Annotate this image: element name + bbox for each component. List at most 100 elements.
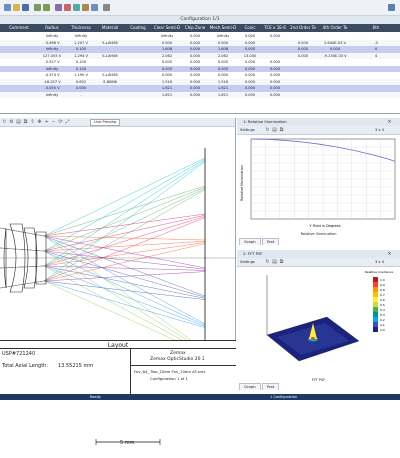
table-row[interactable]: Infinity -1.621 0.000 1.621 0.000 0.000 bbox=[0, 91, 400, 99]
print-icon[interactable]: ▤ bbox=[272, 259, 277, 265]
legend-label: 0.6 bbox=[380, 298, 385, 302]
status-bar: Ready 1 Configuration bbox=[0, 394, 400, 400]
fit-icon[interactable]: ⤢ bbox=[65, 119, 70, 125]
column-header[interactable]: Thickness bbox=[66, 24, 96, 32]
table-cell[interactable]: 0.000 bbox=[182, 92, 208, 99]
legend-label: 1.0 bbox=[380, 278, 385, 282]
table-cell[interactable]: 0.000 bbox=[262, 92, 288, 99]
layout-tool-icon[interactable] bbox=[64, 4, 71, 11]
table-cell[interactable] bbox=[288, 92, 318, 99]
column-header[interactable]: Clear Semi-D bbox=[152, 24, 182, 32]
column-header[interactable]: Comment bbox=[0, 24, 38, 32]
column-header[interactable]: 4th Order Te bbox=[318, 24, 352, 32]
column-header[interactable]: 6th bbox=[352, 24, 400, 32]
tolerance-tool-icon[interactable] bbox=[91, 4, 98, 11]
tab-graph[interactable]: Graph bbox=[239, 383, 261, 390]
open-file-icon[interactable] bbox=[13, 4, 20, 11]
table-cell[interactable]: Infinity bbox=[38, 92, 66, 99]
close-icon[interactable]: × bbox=[387, 119, 392, 125]
layout-toolbar: ↻ ⚙ ▤ ⧉ ⇪ ✥ + − ⟳ ⤢ Live Preview bbox=[0, 118, 235, 127]
psf-toolbar: Settings ↻ ▤ ⧉ 3 x 4 bbox=[237, 258, 400, 267]
close-icon[interactable]: × bbox=[387, 251, 392, 257]
table-cell[interactable]: - bbox=[66, 92, 96, 99]
tab-text[interactable]: Text bbox=[261, 238, 280, 245]
pan-icon[interactable]: ✥ bbox=[37, 119, 42, 125]
column-header[interactable]: Radius bbox=[38, 24, 66, 32]
table-cell[interactable]: 1.621 bbox=[208, 92, 238, 99]
legend-swatch bbox=[373, 277, 378, 282]
column-header[interactable]: Conic bbox=[238, 24, 262, 32]
table-cell[interactable] bbox=[0, 92, 38, 99]
legend-swatch bbox=[373, 302, 378, 307]
fft-psf-panel: 2: FFT PSF × Settings ↻ ▤ ⧉ 3 x 4 1.0 0.9… bbox=[237, 250, 400, 390]
rel-title: 1: Relative Illumination bbox=[243, 119, 287, 124]
table-cell[interactable] bbox=[124, 92, 152, 99]
new-file-icon[interactable] bbox=[4, 4, 11, 11]
psf-settings-button[interactable]: Settings bbox=[240, 260, 255, 264]
column-header[interactable]: TCE x 1E-6 bbox=[262, 24, 288, 32]
editor-header-row: Comment Radius Thickness Material Coating Cle… bbox=[0, 24, 400, 32]
rel-settings-button[interactable]: Settings bbox=[240, 128, 255, 132]
lens-data-editor: Configuration 1/1 Comment Radius Thickness… bbox=[0, 16, 400, 114]
product-label: Zemax OpticStudio 20.1 bbox=[150, 357, 205, 362]
export-icon[interactable]: ⇪ bbox=[30, 119, 35, 125]
column-header[interactable]: Mech Semi-D bbox=[208, 24, 238, 32]
zoom-in-icon[interactable]: + bbox=[44, 119, 49, 125]
psf-footer: FFT PSF bbox=[311, 378, 326, 382]
settings-icon[interactable] bbox=[103, 4, 110, 11]
help-icon[interactable] bbox=[388, 4, 395, 11]
lens-group bbox=[0, 223, 236, 293]
table-cell[interactable]: 1.621 bbox=[152, 92, 182, 99]
rotate-icon[interactable]: ⟳ bbox=[58, 119, 63, 125]
table-cell[interactable] bbox=[352, 92, 400, 99]
config-label: Configuration 1 of 1 bbox=[150, 376, 188, 381]
column-header[interactable]: Chip Zone bbox=[182, 24, 208, 32]
redo-icon[interactable] bbox=[43, 4, 50, 11]
title-divider bbox=[130, 349, 131, 394]
axial-length-value: 13.55215 mm bbox=[58, 363, 94, 369]
ray-line-incident bbox=[0, 247, 45, 252]
copy-icon[interactable]: ⧉ bbox=[23, 119, 28, 125]
column-header[interactable]: Material bbox=[96, 24, 124, 32]
ray-line bbox=[43, 235, 206, 351]
legend-label: 0.7 bbox=[380, 293, 385, 297]
axial-length-label: Total Axial Length: bbox=[2, 363, 49, 369]
rel-xlabel: Y Field in Degrees bbox=[309, 224, 340, 228]
legend-swatch bbox=[373, 317, 378, 322]
table-cell[interactable] bbox=[96, 92, 124, 99]
print-icon[interactable]: ▤ bbox=[272, 127, 277, 133]
layout-caption: Layout bbox=[0, 340, 236, 349]
tab-text[interactable]: Text bbox=[261, 383, 280, 390]
zoom-out-icon[interactable]: − bbox=[51, 119, 56, 125]
refresh-icon[interactable]: ↻ bbox=[2, 119, 7, 125]
legend-label: 0.0 bbox=[380, 328, 385, 332]
column-header[interactable]: 2nd Order Te bbox=[288, 24, 318, 32]
refresh-icon[interactable]: ↻ bbox=[265, 259, 270, 265]
analysis-tool-icon[interactable] bbox=[73, 4, 80, 11]
psf-peak-core bbox=[311, 337, 315, 339]
legend-label: 0.8 bbox=[380, 288, 385, 292]
table-cell[interactable]: 0.000 bbox=[238, 92, 262, 99]
tab-graph[interactable]: Graph bbox=[239, 238, 261, 245]
legend-swatch bbox=[373, 307, 378, 312]
view-mode-select[interactable]: Live Preview bbox=[90, 119, 121, 126]
refresh-icon[interactable]: ↻ bbox=[265, 127, 270, 133]
save-icon[interactable] bbox=[22, 4, 29, 11]
copy-icon[interactable]: ⧉ bbox=[279, 259, 284, 265]
copy-icon[interactable]: ⧉ bbox=[279, 127, 284, 133]
zoom-icon[interactable] bbox=[55, 4, 62, 11]
legend-swatch bbox=[373, 312, 378, 317]
optimize-tool-icon[interactable] bbox=[82, 4, 89, 11]
layout-ray-trace bbox=[0, 148, 236, 445]
rel-zoom-select[interactable]: 3 x 4 bbox=[375, 128, 384, 132]
legend-swatch bbox=[373, 297, 378, 302]
psf-zoom-select[interactable]: 3 x 4 bbox=[375, 260, 384, 264]
table-cell[interactable] bbox=[318, 92, 352, 99]
print-icon[interactable]: ▤ bbox=[16, 119, 21, 125]
rel-tabs: Graph Text bbox=[239, 238, 280, 245]
column-header[interactable]: Coating bbox=[124, 24, 152, 32]
undo-icon[interactable] bbox=[34, 4, 41, 11]
settings-icon[interactable]: ⚙ bbox=[9, 119, 14, 125]
relative-illumination-panel: 1: Relative Illumination × Settings ↻ ▤ … bbox=[237, 118, 400, 245]
legend-label: 0.5 bbox=[380, 303, 385, 307]
